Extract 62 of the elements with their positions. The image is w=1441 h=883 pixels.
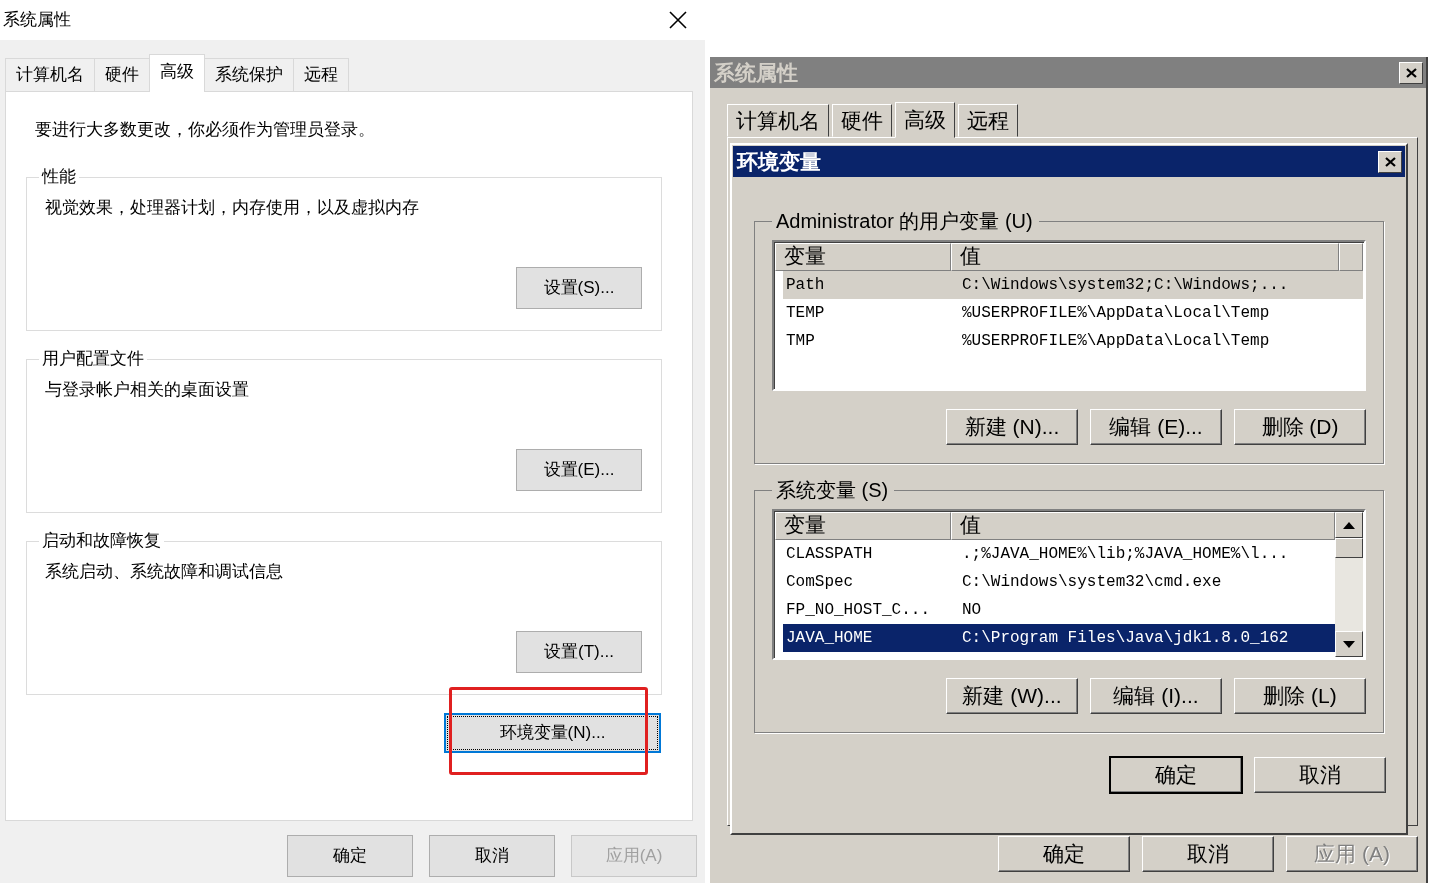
table-row[interactable]: CLASSPATH .;%JAVA_HOME%\lib;%JAVA_HOME%\l... xyxy=(783,540,1335,568)
table-row[interactable]: FP_NO_HOST_C... NO xyxy=(783,596,1335,624)
group-description: 视觉效果，处理器计划，内存使用，以及虚拟内存 xyxy=(45,197,420,219)
notice-text: 要进行大多数更改，你必须作为管理员登录。 xyxy=(34,120,376,140)
table-cell-text: Path xyxy=(785,275,826,296)
column-header[interactable]: 变量 xyxy=(775,512,951,540)
dialog-button[interactable]: 编辑 (I)... xyxy=(1090,678,1222,714)
dialog-button[interactable]: 新建 (W)... xyxy=(946,678,1078,714)
group-title: 性能 xyxy=(40,167,77,187)
table-cell-text: C:\Program Files\Java\jdk1.8.0_162 xyxy=(961,628,1290,649)
group-title: 用户配置文件 xyxy=(41,349,145,369)
table-cell-text: TMP xyxy=(785,331,816,352)
group-description: 与登录帐户相关的桌面设置 xyxy=(45,379,250,401)
dialog-button[interactable]: 取消 xyxy=(429,835,555,877)
tab[interactable]: 高级 xyxy=(895,102,955,138)
table-cell-text: TEMP xyxy=(785,303,826,324)
dialog-button[interactable]: 编辑 (E)... xyxy=(1090,409,1222,445)
window-title: 系统属性 xyxy=(3,9,71,32)
settings-button[interactable]: 设置(S)... xyxy=(516,267,642,309)
table-row[interactable]: TMP %USERPROFILE%\AppData\Local\Temp xyxy=(783,327,1363,355)
settings-button[interactable]: 设置(E)... xyxy=(516,449,642,491)
column-header[interactable]: 值 xyxy=(951,243,1339,271)
dialog-button[interactable]: 取消 xyxy=(1254,757,1386,793)
column-header[interactable]: 值 xyxy=(951,512,1335,540)
table-cell-text: %USERPROFILE%\AppData\Local\Temp xyxy=(961,303,1271,324)
window-title: 系统属性 xyxy=(714,59,798,86)
tab[interactable]: 远程 xyxy=(293,58,349,91)
column-header[interactable]: 变量 xyxy=(775,243,951,271)
variable-list[interactable]: 变量 值 CLASSPATH .;%JAVA_HOME%\lib;%JAVA_HOME%\l... ComSpec C:\Windows\system32\cmd.exe FP_NO_HOST_C... NO JAVA_HOME C:\Program Files\Java\jdk1.8.0_162 xyxy=(772,509,1366,660)
table-cell-text: C:\Windows\system32\cmd.exe xyxy=(961,572,1223,593)
environment-variables-button[interactable]: 环境变量(N)... xyxy=(444,713,661,753)
tab[interactable]: 硬件 xyxy=(832,104,892,137)
table-cell-text: JAVA_HOME xyxy=(785,628,874,649)
table-cell-text: CLASSPATH xyxy=(785,544,874,565)
table-row[interactable]: ComSpec C:\Windows\system32\cmd.exe xyxy=(783,568,1335,596)
tab[interactable]: 计算机名 xyxy=(727,104,829,137)
dialog-button[interactable]: 确定 xyxy=(287,835,413,877)
group-title: 系统变量 (S) xyxy=(775,479,890,501)
settings-button[interactable]: 设置(T)... xyxy=(516,631,642,673)
tab[interactable]: 高级 xyxy=(149,54,205,92)
dialog-button[interactable]: 取消 xyxy=(1142,836,1274,872)
table-cell-text: .;%JAVA_HOME%\lib;%JAVA_HOME%\l... xyxy=(961,544,1290,565)
group-title: Administrator 的用户变量 (U) xyxy=(775,210,1034,232)
table-cell-text: FP_NO_HOST_C... xyxy=(785,600,932,621)
group-description: 系统启动、系统故障和调试信息 xyxy=(45,561,284,583)
table-row[interactable]: Path C:\Windows\system32;C:\Windows;... xyxy=(783,271,1363,299)
tab[interactable]: 计算机名 xyxy=(5,58,95,91)
dialog-button[interactable]: 新建 (N)... xyxy=(946,409,1078,445)
dialog-button[interactable]: 确定 xyxy=(998,836,1130,872)
table-cell-text: C:\Windows\system32;C:\Windows;... xyxy=(961,275,1290,296)
table-cell-text: %USERPROFILE%\AppData\Local\Temp xyxy=(961,331,1271,352)
variable-list[interactable]: 变量 值 Path C:\Windows\system32;C:\Windows;... TEMP %USERPROFILE%\AppData\Local\Temp TMP %USERPROFILE%\AppData\Local\Temp xyxy=(772,240,1366,391)
dialog-button[interactable]: 删除 (L) xyxy=(1234,678,1366,714)
group-title: 启动和故障恢复 xyxy=(41,531,162,551)
table-row[interactable]: JAVA_HOME C:\Program Files\Java\jdk1.8.0_162 xyxy=(783,624,1335,652)
window-title: 环境变量 xyxy=(737,148,821,175)
dialog-button[interactable]: 删除 (D) xyxy=(1234,409,1366,445)
table-cell-text: NO xyxy=(961,600,983,621)
tab[interactable]: 远程 xyxy=(958,104,1018,137)
table-row[interactable]: TEMP %USERPROFILE%\AppData\Local\Temp xyxy=(783,299,1363,327)
table-cell-text: ComSpec xyxy=(785,572,855,593)
dialog-button[interactable]: 确定 xyxy=(1110,757,1242,793)
